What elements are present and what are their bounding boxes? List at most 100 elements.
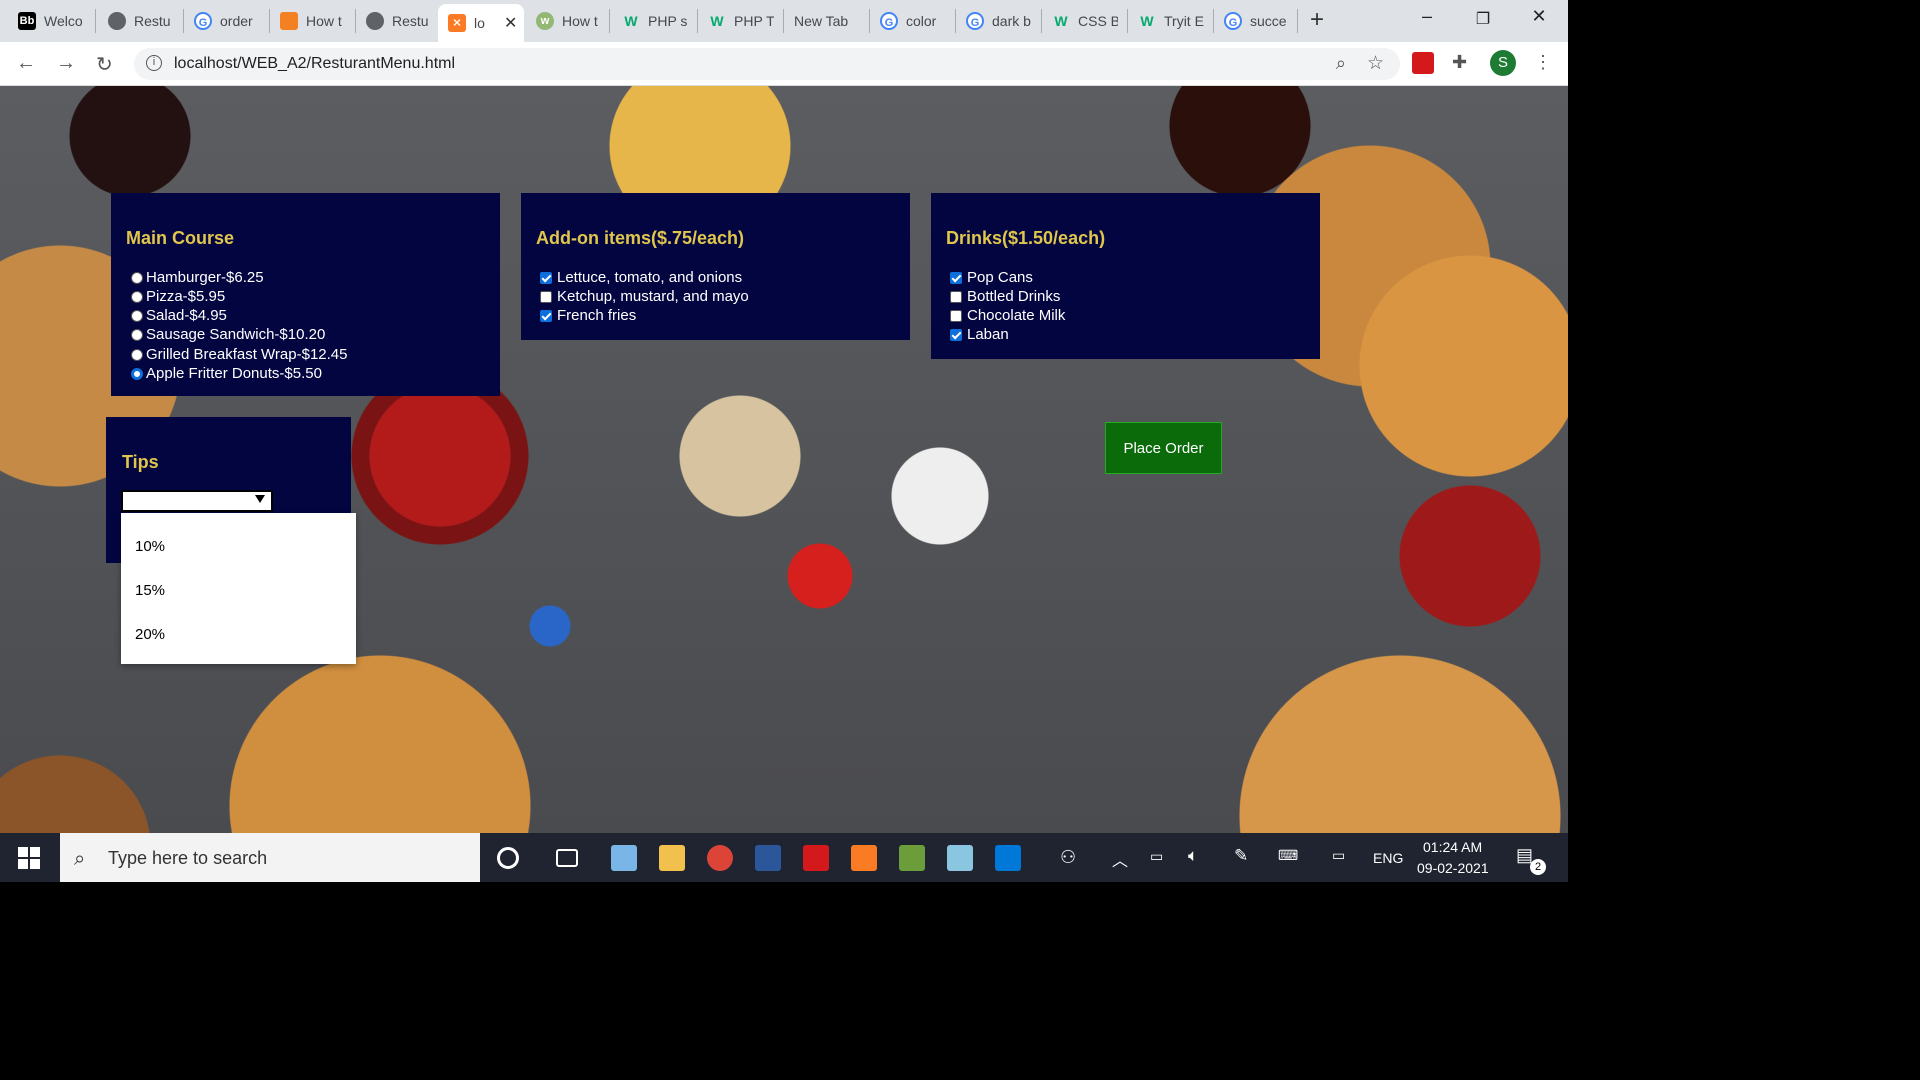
- drinks-title: Drinks($1.50/each): [946, 228, 1106, 248]
- taskbar-search-box[interactable]: ⌕ Type here to search: [60, 833, 480, 882]
- tab-14[interactable]: W Tryit E: [1128, 9, 1214, 33]
- close-window-icon[interactable]: ✕: [1516, 6, 1562, 27]
- task-view-icon[interactable]: [556, 849, 578, 867]
- volume-icon[interactable]: 🔈︎: [1188, 846, 1198, 866]
- clock-time[interactable]: 01:24 AM: [1423, 839, 1482, 855]
- tab-11[interactable]: Gcolor: [870, 9, 956, 33]
- tips-select[interactable]: [121, 490, 273, 512]
- tab-9[interactable]: W PHP T: [698, 9, 784, 33]
- battery-icon[interactable]: ▭: [1150, 848, 1163, 865]
- word-icon[interactable]: [755, 845, 781, 871]
- info-icon[interactable]: i: [146, 55, 162, 71]
- paint-icon[interactable]: [611, 845, 637, 871]
- cortana-icon[interactable]: [497, 847, 519, 869]
- tab-3[interactable]: Gorder: [184, 9, 270, 33]
- app-icon[interactable]: [947, 845, 973, 871]
- xampp-taskbar-icon[interactable]: [851, 845, 877, 871]
- tab-12[interactable]: Gdark b: [956, 9, 1042, 33]
- browser-tab-strip: Bb Welco Restu Gorder How t Restu ⨯ lo ✕ wH…: [0, 0, 1568, 42]
- drink-option-laban[interactable]: Laban: [950, 325, 1009, 344]
- radio-button[interactable]: [131, 271, 143, 284]
- forward-icon[interactable]: →: [56, 52, 76, 75]
- drink-option-chocolate-milk[interactable]: Chocolate Milk: [950, 306, 1065, 325]
- radio-button[interactable]: [131, 309, 143, 322]
- checkbox[interactable]: [950, 290, 962, 303]
- option-label: Salad-$4.95: [146, 307, 227, 324]
- main-option-pizza[interactable]: Pizza-$5.95: [131, 287, 225, 306]
- addon-option-lettuce[interactable]: Lettuce, tomato, and onions: [540, 268, 742, 287]
- tab-15[interactable]: Gsucce: [1214, 9, 1298, 33]
- windows-start-icon[interactable]: [18, 847, 40, 869]
- tab-6-active[interactable]: ⨯ lo ✕: [438, 4, 524, 42]
- file-explorer-icon[interactable]: [659, 845, 685, 871]
- acrobat-taskbar-icon[interactable]: [803, 845, 829, 871]
- main-option-sausage-sandwich[interactable]: Sausage Sandwich-$10.20: [131, 325, 325, 344]
- pen-icon[interactable]: ✎: [1234, 846, 1248, 866]
- checkbox-checked[interactable]: [540, 271, 552, 284]
- radio-button[interactable]: [131, 328, 143, 341]
- display-icon[interactable]: ▭: [1332, 847, 1345, 864]
- google-icon: G: [1224, 12, 1242, 30]
- tips-option-20[interactable]: 20%: [135, 626, 165, 643]
- back-icon[interactable]: ←: [16, 52, 36, 75]
- checkbox-checked[interactable]: [540, 309, 552, 322]
- address-bar[interactable]: i localhost/WEB_A2/ResturantMenu.html ⌕ …: [134, 48, 1400, 80]
- checkbox[interactable]: [540, 290, 552, 303]
- tab-4[interactable]: How t: [270, 9, 356, 33]
- chrome-icon[interactable]: [707, 845, 733, 871]
- keyboard-icon[interactable]: ⌨: [1278, 847, 1298, 864]
- addon-option-ketchup[interactable]: Ketchup, mustard, and mayo: [540, 287, 749, 306]
- acrobat-icon[interactable]: [1412, 52, 1434, 74]
- option-label: Chocolate Milk: [967, 307, 1066, 324]
- tips-option-10[interactable]: 10%: [135, 538, 165, 555]
- profile-avatar[interactable]: S: [1490, 50, 1516, 76]
- checkbox-checked[interactable]: [950, 328, 962, 341]
- clock-date[interactable]: 09-02-2021: [1417, 860, 1489, 876]
- browser-toolbar: ← → ↻ i localhost/WEB_A2/ResturantMenu.h…: [0, 42, 1568, 86]
- tab-1[interactable]: Bb Welco: [8, 9, 96, 33]
- tab-5[interactable]: Restu: [356, 9, 442, 33]
- drink-option-pop-cans[interactable]: Pop Cans: [950, 268, 1033, 287]
- search-placeholder: Type here to search: [108, 848, 268, 868]
- restore-icon[interactable]: ❐: [1460, 9, 1506, 29]
- w3schools-icon: W: [1054, 13, 1068, 29]
- globe-icon: [108, 12, 126, 30]
- tab-7[interactable]: w How t: [526, 9, 610, 33]
- main-option-breakfast-wrap[interactable]: Grilled Breakfast Wrap-$12.45: [131, 345, 347, 364]
- tab-2[interactable]: Restu: [98, 9, 184, 33]
- place-order-button[interactable]: Place Order: [1105, 422, 1222, 474]
- menu-dots-icon[interactable]: ⋮: [1534, 52, 1556, 74]
- tab-8[interactable]: W PHP s: [612, 9, 698, 33]
- radio-button[interactable]: [131, 290, 143, 303]
- main-option-salad[interactable]: Salad-$4.95: [131, 306, 227, 325]
- checkbox-checked[interactable]: [950, 271, 962, 284]
- stackoverflow-icon: [280, 12, 298, 30]
- radio-button-selected[interactable]: [131, 367, 143, 380]
- option-label: Lettuce, tomato, and onions: [557, 269, 743, 286]
- minimize-icon[interactable]: –: [1404, 6, 1450, 27]
- tab-13[interactable]: W CSS B: [1042, 9, 1128, 33]
- main-option-hamburger[interactable]: Hamburger-$6.25: [131, 268, 264, 287]
- google-icon: G: [880, 12, 898, 30]
- radio-button[interactable]: [131, 348, 143, 361]
- new-tab-icon[interactable]: +: [1310, 6, 1324, 34]
- reload-icon[interactable]: ↻: [96, 52, 113, 77]
- google-icon: G: [194, 12, 212, 30]
- tab-label: dark b: [992, 13, 1031, 29]
- drink-option-bottled[interactable]: Bottled Drinks: [950, 287, 1060, 306]
- extensions-icon[interactable]: ✚: [1452, 52, 1474, 74]
- tab-label: CSS B: [1078, 13, 1118, 29]
- close-tab-icon[interactable]: ✕: [504, 13, 517, 33]
- addon-option-fries[interactable]: French fries: [540, 306, 636, 325]
- main-option-apple-fritter[interactable]: Apple Fritter Donuts-$5.50: [131, 364, 322, 383]
- tab-10[interactable]: New Tab: [784, 9, 870, 33]
- tips-option-15[interactable]: 15%: [135, 582, 165, 599]
- vscode-icon[interactable]: [995, 845, 1021, 871]
- checkbox[interactable]: [950, 309, 962, 322]
- bookmark-star-icon[interactable]: ☆: [1367, 52, 1384, 75]
- language-indicator[interactable]: ENG: [1373, 850, 1403, 866]
- people-icon[interactable]: ⚇: [1060, 847, 1076, 868]
- notepad-plus-icon[interactable]: [899, 845, 925, 871]
- zoom-icon[interactable]: ⌕: [1336, 53, 1346, 74]
- show-hidden-icon[interactable]: ︿: [1112, 847, 1128, 871]
